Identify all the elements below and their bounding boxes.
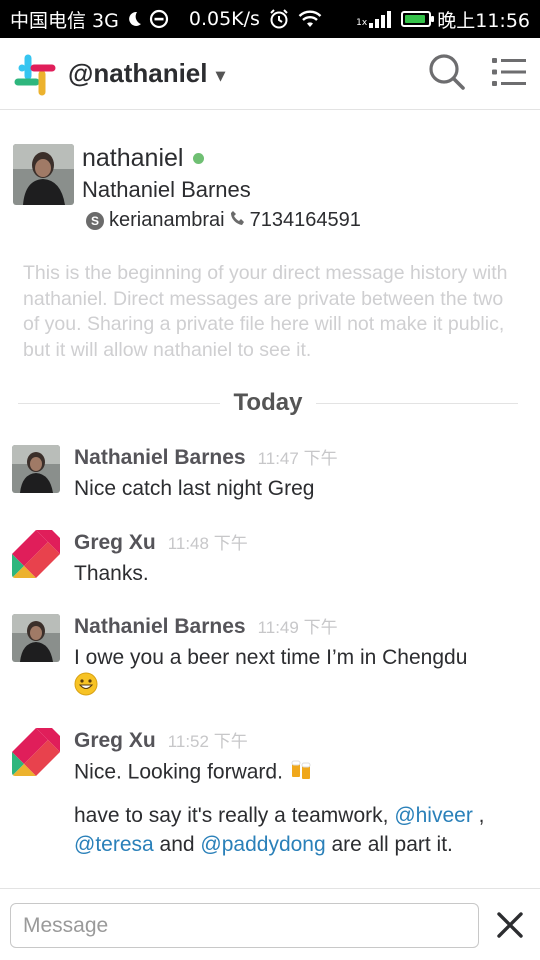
divider-line [316, 402, 518, 404]
divider-line [18, 402, 220, 404]
clock: 晚上11:56 [437, 9, 530, 32]
default-avatar[interactable] [12, 728, 60, 776]
chevron-down-icon[interactable]: ▼ [215, 69, 225, 84]
message-timestamp: 11:47 下午 [257, 449, 338, 468]
channel-title[interactable]: @nathaniel [68, 58, 207, 89]
profile-full-name: Nathaniel Barnes [82, 177, 251, 202]
dm-intro-text: This is the beginning of your direct mes… [23, 262, 508, 361]
message-text-content: have to say it's really a teamwork, [74, 804, 395, 827]
moon-icon [125, 10, 143, 28]
message-text-content: are all part it. [325, 833, 453, 856]
message: Greg Xu 11:52 下午 Nice. Looking forward. … [12, 728, 522, 859]
message: Greg Xu 11:48 下午 Thanks. [12, 530, 522, 588]
search-icon[interactable] [428, 53, 466, 95]
grinning-emoji-icon [74, 672, 98, 704]
profile-skype[interactable]: kerianambrai [109, 209, 225, 232]
message-text: I owe you a beer next time I’m in Chengd… [74, 643, 467, 704]
message: Nathaniel Barnes 11:47 下午 Nice catch las… [12, 445, 522, 503]
network-type: 1x [356, 18, 368, 28]
user-mention[interactable]: @paddydong [200, 833, 325, 856]
slack-logo-icon[interactable] [14, 54, 56, 95]
do-not-disturb-icon [149, 9, 169, 29]
alarm-icon [268, 8, 290, 30]
menu-icon[interactable] [492, 57, 526, 91]
presence-indicator [193, 153, 205, 164]
beers-emoji-icon [289, 757, 313, 789]
message-author[interactable]: Nathaniel Barnes [74, 615, 246, 639]
message: Nathaniel Barnes 11:49 下午 I owe you a be… [12, 614, 522, 704]
message-text: have to say it's really a teamwork, @hiv… [74, 801, 485, 859]
message-text-content: Nice. Looking forward. [74, 760, 283, 784]
default-avatar[interactable] [12, 530, 60, 578]
status-bar: 中国电信 3G 0.05K/s 1x 晚上11:56 [0, 0, 540, 38]
phone-icon [230, 209, 246, 232]
close-icon[interactable] [494, 909, 526, 941]
user-mention[interactable]: @teresa [74, 833, 154, 856]
avatar[interactable] [13, 144, 74, 205]
channel-header: @nathaniel ▼ [0, 38, 540, 110]
profile-phone[interactable]: 7134164591 [250, 209, 361, 232]
message-author[interactable]: Greg Xu [74, 729, 156, 753]
day-divider-label: Today [233, 389, 303, 416]
carrier-label: 中国电信 3G [10, 9, 119, 32]
message-author[interactable]: Greg Xu [74, 531, 156, 555]
message-text: Thanks. [74, 562, 149, 585]
skype-icon: S [86, 211, 104, 230]
battery-icon [401, 11, 435, 27]
profile-username: nathaniel [82, 144, 184, 172]
message-input[interactable] [10, 903, 479, 948]
avatar[interactable] [12, 445, 60, 493]
message-timestamp: 11:48 下午 [167, 534, 248, 553]
wifi-icon [298, 9, 322, 29]
message-author[interactable]: Nathaniel Barnes [74, 446, 246, 470]
user-mention[interactable]: @hiveer [394, 804, 473, 827]
network-speed: 0.05K/s [188, 8, 260, 30]
profile-card: nathaniel Nathaniel Barnes S kerianambra… [13, 144, 361, 232]
message-text-content: I owe you a beer next time I’m in Chengd… [74, 646, 468, 669]
message-text-content: and [153, 833, 201, 856]
message-text: Nice catch last night Greg [74, 477, 315, 500]
day-divider: Today [18, 386, 518, 420]
message-timestamp: 11:52 下午 [167, 732, 248, 751]
message-composer [0, 888, 540, 960]
message-timestamp: 11:49 下午 [257, 618, 338, 637]
message-text-content: , [472, 804, 485, 827]
signal-icon: 1x [356, 10, 395, 28]
message-text: Nice. Looking forward. [74, 757, 485, 789]
avatar[interactable] [12, 614, 60, 662]
